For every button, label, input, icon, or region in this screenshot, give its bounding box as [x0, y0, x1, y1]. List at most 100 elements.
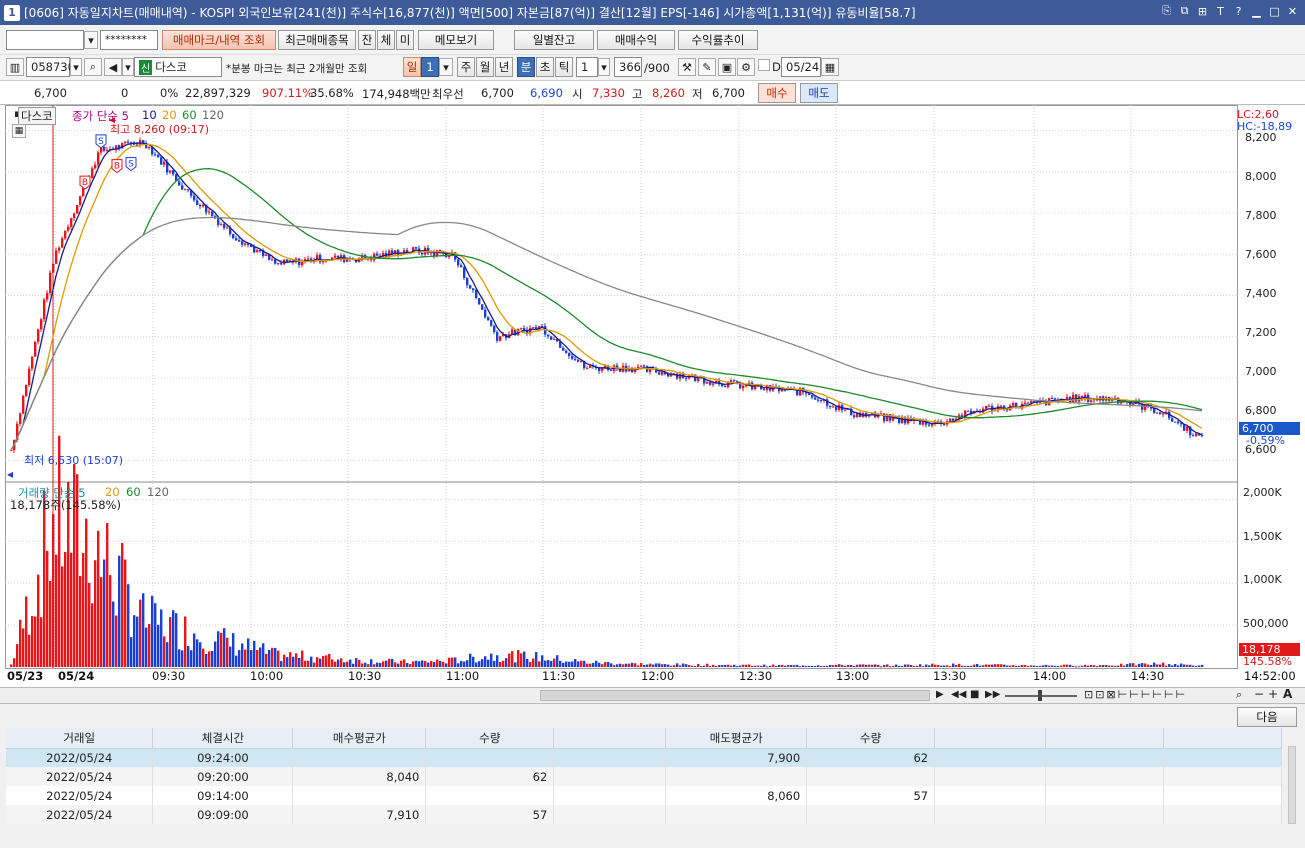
count-field[interactable]: 366: [614, 57, 642, 77]
font-icon[interactable]: T: [1214, 4, 1227, 18]
chevron-down-icon[interactable]: ▾: [598, 58, 610, 76]
volume-bar: [469, 653, 472, 667]
font-size-icon[interactable]: A: [1283, 687, 1292, 701]
price-tick-label: 7,600: [1245, 248, 1277, 261]
zoom-out-icon[interactable]: −: [1254, 687, 1264, 701]
volume-bar: [562, 662, 565, 667]
pin-icon[interactable]: ⊞: [1196, 4, 1209, 18]
unexecuted-button[interactable]: 미: [396, 30, 414, 50]
stock-name-field[interactable]: 신 다스코: [134, 57, 222, 77]
candle-body: [712, 383, 715, 385]
save-icon[interactable]: ▣: [718, 58, 736, 76]
volume-bar: [145, 627, 148, 667]
tick-value-field[interactable]: 1: [576, 57, 598, 77]
title-icons: ⎘ ⧉ ⊞ T ? ▁ □ ✕: [1160, 4, 1299, 18]
volume-bar: [529, 661, 532, 667]
chevron-down-icon[interactable]: ▾: [122, 58, 134, 76]
help-icon[interactable]: ?: [1232, 4, 1245, 18]
chart-layout-icon[interactable]: ▥: [6, 58, 24, 76]
period-n-field[interactable]: 1: [421, 57, 439, 77]
volume-bar: [1003, 664, 1006, 667]
price-chart[interactable]: SBB S: [5, 105, 1305, 687]
stock-code-input[interactable]: 058730: [26, 57, 75, 77]
trade-mark: S: [125, 157, 137, 172]
tile-icon[interactable]: ⧉: [1178, 4, 1191, 18]
volume-bar: [1093, 665, 1096, 667]
executed-button[interactable]: 체: [377, 30, 395, 50]
chevron-down-icon[interactable]: ▾: [70, 58, 82, 76]
volume-bar: [961, 665, 964, 667]
buy-button[interactable]: 매수: [758, 83, 796, 103]
period-minute-button[interactable]: 분: [517, 57, 535, 77]
low-mark-label: 최저 6,530 (15:07): [24, 454, 124, 467]
password-field[interactable]: ********: [100, 30, 158, 50]
candle-body: [76, 205, 79, 214]
trade-profit-button[interactable]: 매매수익: [597, 30, 675, 50]
grid-icon[interactable]: ▦: [12, 124, 26, 138]
chevron-down-icon[interactable]: ▾: [84, 31, 98, 49]
period-month-button[interactable]: 월: [476, 57, 494, 77]
candle-body: [733, 380, 736, 382]
maximize-icon[interactable]: □: [1268, 4, 1281, 18]
window-title: [0606] 자동일지차트(매매내역) - KOSPI 외국인보유[241(천)…: [24, 6, 916, 20]
chevron-down-icon[interactable]: ▾: [439, 58, 453, 76]
volume-bar: [1000, 664, 1003, 667]
candle-body: [241, 241, 244, 245]
period-year-button[interactable]: 년: [495, 57, 513, 77]
volume-bar: [301, 650, 304, 667]
balance-button[interactable]: 잔: [358, 30, 376, 50]
chart-scrollbar-thumb[interactable]: [540, 690, 930, 701]
calendar-icon[interactable]: ▦: [821, 58, 839, 76]
trade-mark-query-button[interactable]: 매매마크/내역 조회: [162, 30, 276, 50]
daily-balance-button[interactable]: 일별잔고: [514, 30, 594, 50]
account-select[interactable]: [6, 30, 84, 50]
date-field[interactable]: 05/24: [781, 57, 821, 77]
table-row[interactable]: 2022/05/24 09:09:00 7,910 57: [6, 805, 1283, 824]
volume-bar: [922, 666, 925, 668]
period-day-button[interactable]: 일: [403, 57, 421, 77]
volume-bar: [1192, 665, 1195, 667]
sell-button[interactable]: 매도: [800, 83, 838, 103]
volume-bar: [400, 660, 403, 667]
candle-body: [334, 255, 337, 258]
chart-tools-icon[interactable]: ⚒: [678, 58, 696, 76]
speaker-icon[interactable]: ◀: [104, 58, 122, 76]
volume-bar: [28, 634, 31, 667]
memo-button[interactable]: 메모보기: [418, 30, 494, 50]
volume-bar: [229, 646, 232, 667]
volume-bar: [967, 665, 970, 667]
return-trend-button[interactable]: 수익률추이: [678, 30, 758, 50]
scroll-right-icon[interactable]: ▶: [936, 689, 944, 700]
minimize-icon[interactable]: ▁: [1250, 4, 1263, 18]
chart-tool-icons[interactable]: ⊡⊡⊠⊢⊢⊢⊢⊢⊢: [1084, 688, 1187, 701]
table-row[interactable]: 2022/05/24 09:24:00 7,900 62: [6, 748, 1283, 767]
date-checkbox[interactable]: [758, 59, 770, 71]
col-blank-2: [934, 728, 1047, 749]
table-cell: 57: [425, 805, 555, 824]
next-button[interactable]: 다음: [1237, 707, 1297, 727]
gear-icon[interactable]: ⚙: [737, 58, 755, 76]
volume-bar: [133, 615, 136, 667]
search-icon[interactable]: ⌕: [84, 58, 102, 76]
link-icon[interactable]: ⎘: [1160, 4, 1173, 18]
period-second-button[interactable]: 초: [536, 57, 554, 77]
forward-icon[interactable]: ▶▶: [985, 689, 1000, 700]
recent-trade-button[interactable]: 최근매매종목: [278, 30, 356, 50]
table-row[interactable]: 2022/05/24 09:20:00 8,040 62: [6, 767, 1283, 786]
period-week-button[interactable]: 주: [457, 57, 475, 77]
close-icon[interactable]: ✕: [1286, 4, 1299, 18]
volume-bar: [826, 665, 829, 667]
table-cell: 7,910: [292, 805, 427, 824]
stop-icon[interactable]: ■: [970, 689, 979, 700]
table-scrollbar[interactable]: [1288, 746, 1296, 824]
table-cell: [292, 748, 427, 767]
rewind-icon[interactable]: ◀◀: [951, 689, 966, 700]
table-row[interactable]: 2022/05/24 09:14:00 8,060 57: [6, 786, 1283, 805]
period-tick-button[interactable]: 틱: [555, 57, 573, 77]
volume-bar: [649, 663, 652, 667]
zoom-icon[interactable]: ⌕: [1236, 688, 1242, 702]
zoom-slider-thumb[interactable]: [1038, 690, 1042, 701]
draw-icon[interactable]: ✎: [698, 58, 716, 76]
volume-bar: [265, 653, 268, 667]
zoom-in-icon[interactable]: +: [1268, 687, 1278, 701]
